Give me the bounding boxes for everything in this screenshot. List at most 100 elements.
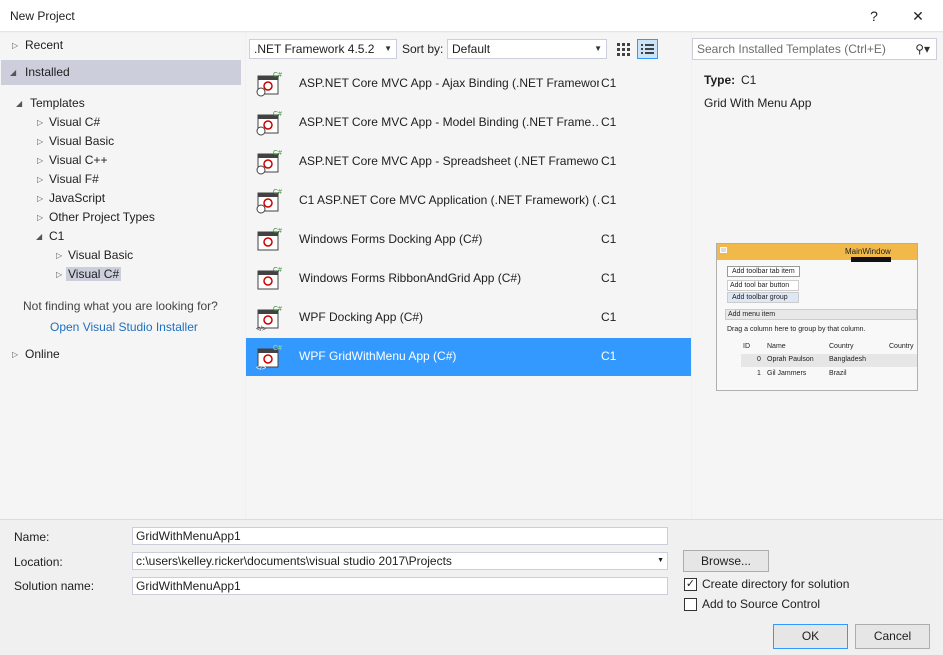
preview-col-header: ID: [743, 343, 750, 350]
not-finding-hint: Not finding what you are looking for?: [23, 299, 218, 313]
name-label: Name:: [14, 530, 50, 544]
sort-label: Sort by:: [402, 42, 444, 56]
preview-group-hint: Drag a column here to group by that colu…: [727, 326, 866, 333]
project-form: Name: GridWithMenuApp1 Location: c:\user…: [0, 519, 943, 655]
template-item[interactable]: C# Windows Forms RibbonAndGrid App (C#) …: [246, 260, 691, 298]
template-wpf-icon: C# </>: [256, 304, 282, 333]
expand-icon[interactable]: ▷: [56, 270, 62, 279]
template-item[interactable]: C# ASP.NET Core MVC App - Ajax Binding (…: [246, 65, 691, 103]
tree-item-installed[interactable]: Installed: [25, 63, 70, 82]
template-lang: C1: [601, 349, 617, 363]
expand-icon[interactable]: ▷: [37, 118, 43, 127]
preview-cell: Brazil: [829, 370, 847, 377]
template-winforms-icon: C#: [256, 226, 282, 254]
name-field[interactable]: GridWithMenuApp1: [132, 527, 668, 545]
tree-item-c1-visual-basic[interactable]: Visual Basic: [68, 246, 133, 265]
template-web-icon: C#: [256, 187, 282, 215]
sort-value: Default: [452, 42, 491, 56]
template-name: Windows Forms Docking App (C#): [299, 232, 483, 246]
template-lang: C1: [601, 154, 617, 168]
expand-icon[interactable]: ▷: [56, 251, 62, 260]
create-directory-label: Create directory for solution: [702, 577, 850, 591]
collapse-templates-icon[interactable]: ◢: [16, 99, 22, 108]
template-item-selected[interactable]: C# </> WPF GridWithMenu App (C#) C1: [246, 338, 691, 376]
window-title: New Project: [10, 9, 75, 23]
tree-item-c1-visual-csharp[interactable]: Visual C#: [66, 265, 122, 284]
expand-icon[interactable]: ▷: [37, 156, 43, 165]
template-item[interactable]: C# ASP.NET Core MVC App - Model Binding …: [246, 104, 691, 142]
chevron-down-icon[interactable]: ▼: [657, 553, 664, 569]
preview-window-bar: [851, 257, 891, 262]
tree-item-visual-cpp[interactable]: Visual C++: [49, 151, 107, 170]
template-preview-image: MainWindow Add toolbar tab item Add tool…: [716, 243, 918, 391]
solution-name-field[interactable]: GridWithMenuApp1: [132, 577, 668, 595]
template-item[interactable]: C# C1 ASP.NET Core MVC Application (.NET…: [246, 182, 691, 220]
title-bar: New Project ? ✕: [0, 0, 943, 32]
preview-app-icon: [720, 247, 727, 253]
source-control-label: Add to Source Control: [702, 597, 821, 611]
tree-item-visual-fsharp[interactable]: Visual F#: [49, 170, 99, 189]
solution-name-label: Solution name:: [14, 579, 95, 593]
template-lang: C1: [601, 310, 617, 324]
svg-text:C#: C#: [273, 267, 282, 274]
cancel-button[interactable]: Cancel: [855, 624, 930, 649]
tree-item-c1[interactable]: C1: [49, 227, 64, 246]
location-field[interactable]: c:\users\kelley.ricker\documents\visual …: [132, 552, 668, 570]
expand-online-icon[interactable]: ▷: [12, 350, 18, 359]
help-button[interactable]: ?: [862, 6, 886, 26]
tree-item-visual-csharp[interactable]: Visual C#: [49, 113, 100, 132]
grid-view-icon[interactable]: [614, 40, 632, 58]
ok-button[interactable]: OK: [773, 624, 848, 649]
chevron-down-icon: ▼: [594, 44, 602, 53]
close-button[interactable]: ✕: [906, 6, 930, 26]
tree-item-label: Visual C#: [66, 267, 122, 281]
chevron-down-icon: ▼: [384, 44, 392, 53]
tree-item-visual-basic[interactable]: Visual Basic: [49, 132, 114, 151]
tree-item-other-project-types[interactable]: Other Project Types: [49, 208, 155, 227]
preview-cell: 0: [757, 356, 761, 363]
open-installer-link[interactable]: Open Visual Studio Installer: [50, 320, 198, 334]
browse-button[interactable]: Browse...: [683, 550, 769, 572]
expand-icon[interactable]: ▷: [37, 194, 43, 203]
expand-icon[interactable]: ▷: [37, 137, 43, 146]
create-directory-checkbox[interactable]: ✓: [684, 578, 697, 591]
expand-icon[interactable]: ▷: [37, 175, 43, 184]
tree-item-javascript[interactable]: JavaScript: [49, 189, 105, 208]
svg-text:C#: C#: [273, 111, 282, 118]
source-control-checkbox[interactable]: [684, 598, 697, 611]
type-value: C1: [741, 73, 757, 87]
tree-item-templates[interactable]: Templates: [30, 94, 85, 113]
expand-recent-icon[interactable]: ▷: [12, 41, 18, 50]
search-icon[interactable]: ⚲▾: [915, 39, 930, 59]
framework-value: .NET Framework 4.5.2: [254, 42, 375, 56]
sort-dropdown[interactable]: Default ▼: [447, 39, 607, 59]
preview-tab: Add toolbar tab item: [727, 266, 800, 277]
template-winforms-icon: C#: [256, 265, 282, 293]
template-web-icon: C#: [256, 148, 282, 176]
template-item[interactable]: C# Windows Forms Docking App (C#) C1: [246, 221, 691, 259]
template-name: WPF Docking App (C#): [299, 310, 424, 324]
preview-cell: Bangladesh: [829, 356, 866, 363]
svg-text:</>: </>: [256, 365, 266, 371]
type-label: Type:: [704, 73, 736, 87]
svg-text:C#: C#: [273, 150, 282, 157]
collapse-installed-icon[interactable]: ◢: [10, 68, 16, 77]
list-view-icon[interactable]: [637, 39, 658, 59]
tree-item-online[interactable]: Online: [25, 345, 60, 364]
template-lang: C1: [601, 232, 617, 246]
tree-item-recent[interactable]: Recent: [25, 36, 63, 55]
preview-button: Add toolbar group: [727, 292, 799, 303]
preview-col-header: Country: [829, 343, 854, 350]
svg-text:</>: </>: [256, 326, 266, 332]
template-description: Grid With Menu App: [704, 96, 812, 110]
template-item[interactable]: C# </> WPF Docking App (C#) C1: [246, 299, 691, 337]
template-item[interactable]: C# ASP.NET Core MVC App - Spreadsheet (.…: [246, 143, 691, 181]
expand-icon[interactable]: ▷: [37, 213, 43, 222]
search-input[interactable]: Search Installed Templates (Ctrl+E) ⚲▾: [692, 38, 937, 60]
collapse-c1-icon[interactable]: ◢: [36, 232, 42, 241]
template-lang: C1: [601, 115, 617, 129]
template-name: ASP.NET Core MVC App - Spreadsheet (.NET…: [299, 154, 599, 168]
preview-col-header: Name: [767, 343, 786, 350]
preview-cell: Oprah Paulson: [767, 356, 814, 363]
framework-dropdown[interactable]: .NET Framework 4.5.2 ▼: [249, 39, 397, 59]
